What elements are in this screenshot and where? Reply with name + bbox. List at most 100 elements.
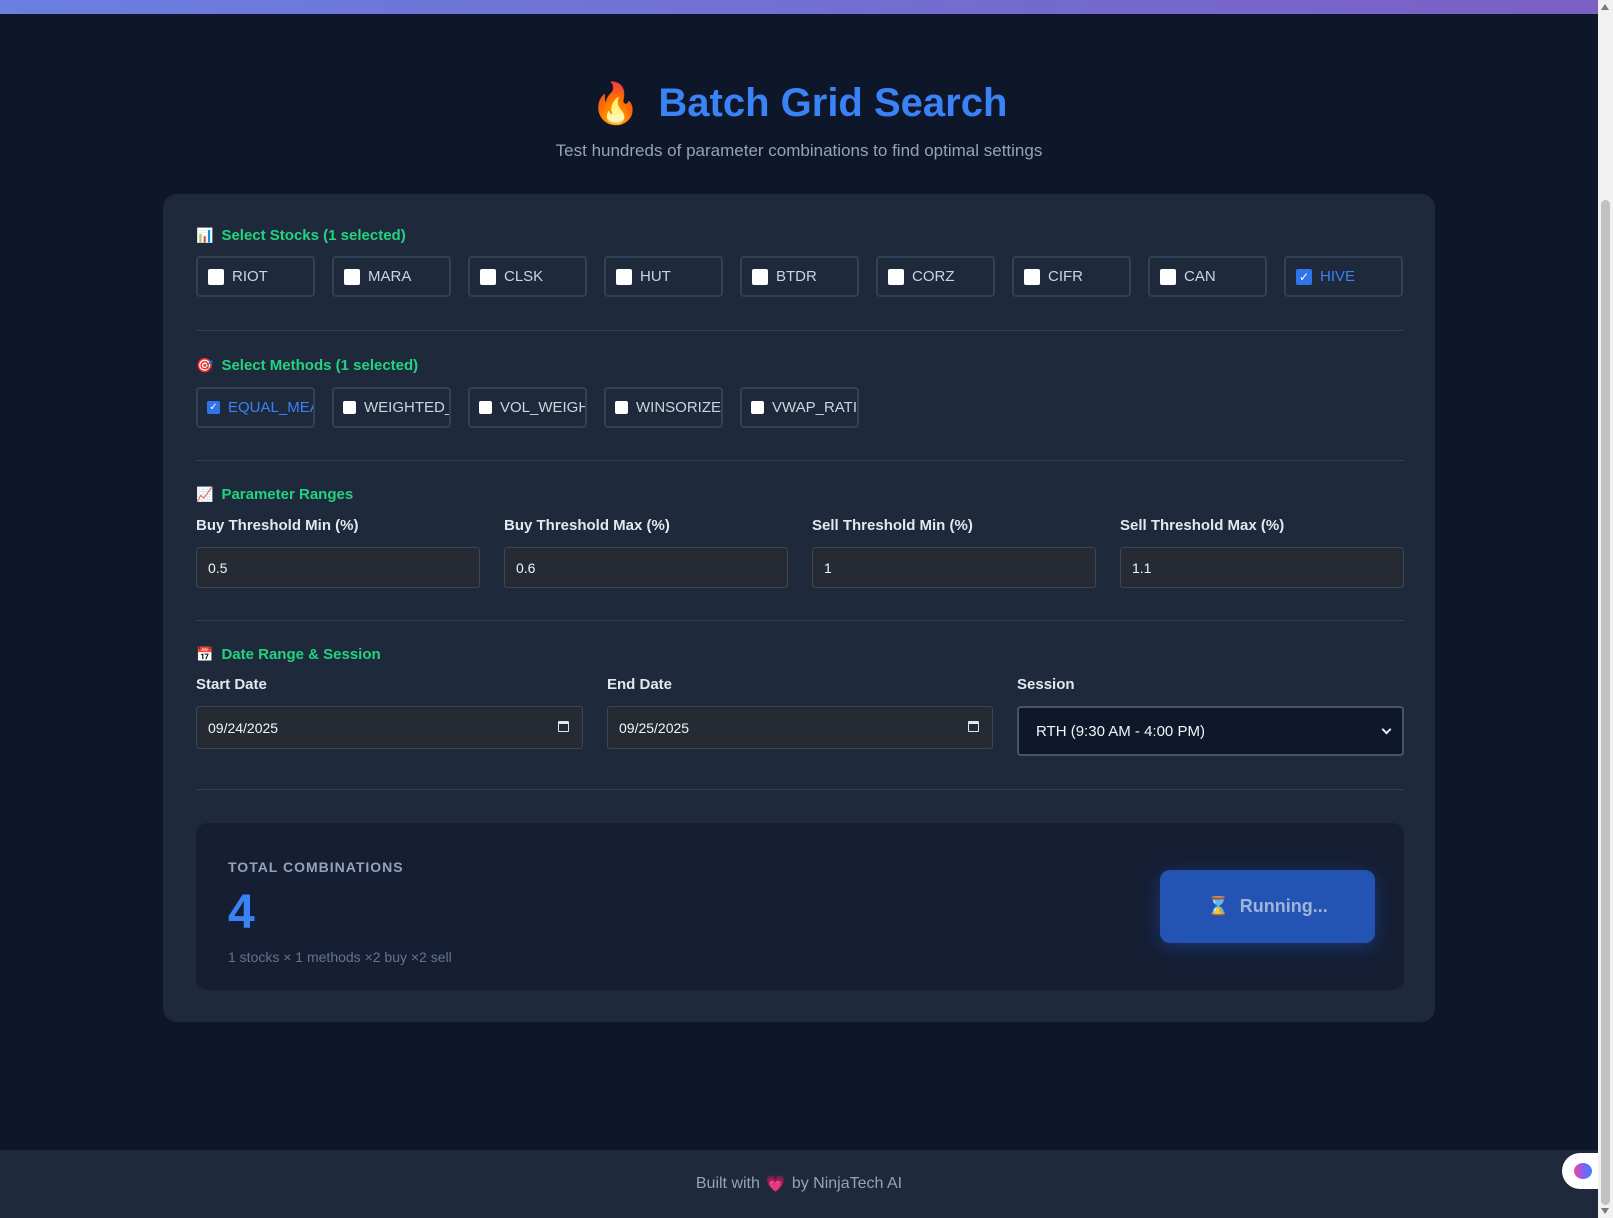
checkbox-icon[interactable]: [343, 401, 356, 414]
checkbox-icon[interactable]: [344, 268, 360, 285]
stocks-section-title: 📊 Select Stocks (1 selected): [196, 227, 406, 244]
calendar-picker-icon[interactable]: [968, 721, 979, 732]
buy-max-label: Buy Threshold Max (%): [504, 517, 670, 534]
method-checkbox-vwap-ratio[interactable]: VWAP_RATIO: [740, 387, 859, 428]
scroll-up-icon[interactable]: [1601, 4, 1609, 10]
sell-min-input[interactable]: 1: [812, 547, 1096, 588]
method-label: WINSORIZED: [636, 399, 723, 416]
heart-icon: 💗: [765, 1176, 786, 1193]
stock-label: BTDR: [776, 268, 817, 285]
buy-max-input[interactable]: 0.6: [504, 547, 788, 588]
page-header: 🔥 Batch Grid Search Test hundreds of par…: [0, 80, 1598, 161]
stock-label: CAN: [1184, 268, 1216, 285]
stock-checkbox-cifr[interactable]: CIFR: [1012, 256, 1131, 297]
bar-chart-icon: 📊: [196, 227, 214, 243]
stock-checkbox-btdr[interactable]: BTDR: [740, 256, 859, 297]
page-title: 🔥 Batch Grid Search: [591, 80, 1008, 127]
calendar-picker-icon[interactable]: [558, 721, 569, 732]
stock-label: RIOT: [232, 268, 268, 285]
method-label: WEIGHTED_MEAN: [364, 399, 451, 416]
stock-label: HUT: [640, 268, 671, 285]
footer-prefix: Built with: [695, 1175, 760, 1192]
checkbox-icon[interactable]: [1160, 268, 1176, 285]
start-date-label: Start Date: [196, 676, 267, 693]
stock-label: HIVE: [1320, 268, 1356, 285]
config-card: 📊 Select Stocks (1 selected) RIOT MARA C…: [163, 194, 1435, 1022]
stock-checkbox-mara[interactable]: MARA: [332, 256, 451, 297]
end-date-label: End Date: [607, 676, 673, 693]
stock-checkbox-corz[interactable]: CORZ: [876, 256, 995, 297]
run-button-label: Running...: [1239, 896, 1328, 916]
method-checkbox-winsorized[interactable]: WINSORIZED: [604, 387, 723, 428]
sell-max-input[interactable]: 1.1: [1120, 547, 1404, 588]
footer-suffix: by NinjaTech AI: [791, 1175, 903, 1192]
target-icon: 🎯: [196, 357, 214, 373]
buy-min-label: Buy Threshold Min (%): [196, 517, 359, 534]
method-label: EQUAL_MEAN: [228, 399, 313, 416]
dates-section-label: Date Range & Session: [221, 646, 381, 663]
methods-section-title: 🎯 Select Methods (1 selected): [196, 357, 418, 374]
scrollbar[interactable]: [1598, 0, 1613, 1218]
session-select[interactable]: RTH (9:30 AM - 4:00 PM): [1017, 706, 1404, 756]
session-label: Session: [1017, 676, 1075, 693]
dates-section-title: 📅 Date Range & Session: [196, 646, 381, 663]
start-date-value: 09/24/2025: [208, 719, 279, 736]
section-divider: [196, 789, 1404, 790]
end-date-value: 09/25/2025: [619, 719, 690, 736]
checkbox-icon[interactable]: [615, 401, 628, 414]
total-combinations-label: TOTAL COMBINATIONS: [228, 859, 404, 875]
checkbox-checked-icon[interactable]: ✓: [1296, 268, 1312, 285]
page-title-text: Batch Grid Search: [658, 81, 1008, 125]
page-subtitle: Test hundreds of parameter combinations …: [555, 141, 1043, 160]
buy-min-input[interactable]: 0.5: [196, 547, 480, 588]
method-checkbox-vol-weighted[interactable]: VOL_WEIGHTED: [468, 387, 587, 428]
brain-icon: [1574, 1163, 1592, 1179]
method-checkbox-equal-mean[interactable]: ✓ EQUAL_MEAN: [196, 387, 315, 428]
stock-label: MARA: [368, 268, 412, 285]
stock-label: CLSK: [504, 268, 544, 285]
calendar-icon: 📅: [196, 646, 214, 662]
method-checkbox-row: ✓ EQUAL_MEAN WEIGHTED_MEAN VOL_WEIGHTED W…: [196, 387, 859, 428]
stock-checkbox-can[interactable]: CAN: [1148, 256, 1267, 297]
total-combinations-value: 4: [228, 886, 255, 939]
checkbox-icon[interactable]: [208, 268, 224, 285]
fire-icon: 🔥: [590, 82, 641, 126]
hourglass-icon: ⌛: [1207, 896, 1230, 916]
session-select-value: RTH (9:30 AM - 4:00 PM): [1036, 722, 1205, 740]
end-date-input[interactable]: 09/25/2025: [607, 706, 993, 749]
stock-checkbox-hive[interactable]: ✓ HIVE: [1284, 256, 1403, 297]
checkbox-icon[interactable]: [479, 401, 492, 414]
start-date-input[interactable]: 09/24/2025: [196, 706, 583, 749]
combinations-panel: TOTAL COMBINATIONS 4 1 stocks × 1 method…: [196, 823, 1404, 990]
sell-min-label: Sell Threshold Min (%): [812, 517, 973, 534]
methods-section-label: Select Methods (1 selected): [221, 357, 419, 374]
params-section-title: 📈 Parameter Ranges: [196, 486, 353, 503]
combinations-breakdown: 1 stocks × 1 methods ×2 buy ×2 sell: [228, 949, 452, 965]
stock-checkbox-row: RIOT MARA CLSK HUT BTDR CORZ CIFR CAN ✓ H…: [196, 256, 1403, 297]
params-section-label: Parameter Ranges: [221, 486, 354, 503]
scrollbar-thumb[interactable]: [1601, 200, 1610, 1205]
checkbox-icon[interactable]: [616, 268, 632, 285]
checkbox-icon[interactable]: [752, 268, 768, 285]
section-divider: [196, 620, 1404, 621]
checkbox-checked-icon[interactable]: ✓: [207, 401, 220, 414]
sell-max-label: Sell Threshold Max (%): [1120, 517, 1285, 534]
run-button[interactable]: ⌛ Running...: [1160, 870, 1375, 943]
method-label: VWAP_RATIO: [772, 399, 858, 416]
checkbox-icon[interactable]: [1024, 268, 1040, 285]
checkbox-icon[interactable]: [888, 268, 904, 285]
stock-label: CIFR: [1048, 268, 1083, 285]
stocks-section-label: Select Stocks (1 selected): [221, 227, 406, 244]
checkbox-icon[interactable]: [480, 268, 496, 285]
stock-label: CORZ: [912, 268, 955, 285]
checkbox-icon[interactable]: [751, 401, 764, 414]
chevron-down-icon: [1381, 724, 1392, 735]
scroll-down-icon[interactable]: [1601, 1208, 1609, 1214]
stock-checkbox-clsk[interactable]: CLSK: [468, 256, 587, 297]
section-divider: [196, 330, 1404, 331]
section-divider: [196, 460, 1404, 461]
stock-checkbox-hut[interactable]: HUT: [604, 256, 723, 297]
method-checkbox-weighted-mean[interactable]: WEIGHTED_MEAN: [332, 387, 451, 428]
stock-checkbox-riot[interactable]: RIOT: [196, 256, 315, 297]
top-gradient-bar: [0, 0, 1598, 14]
